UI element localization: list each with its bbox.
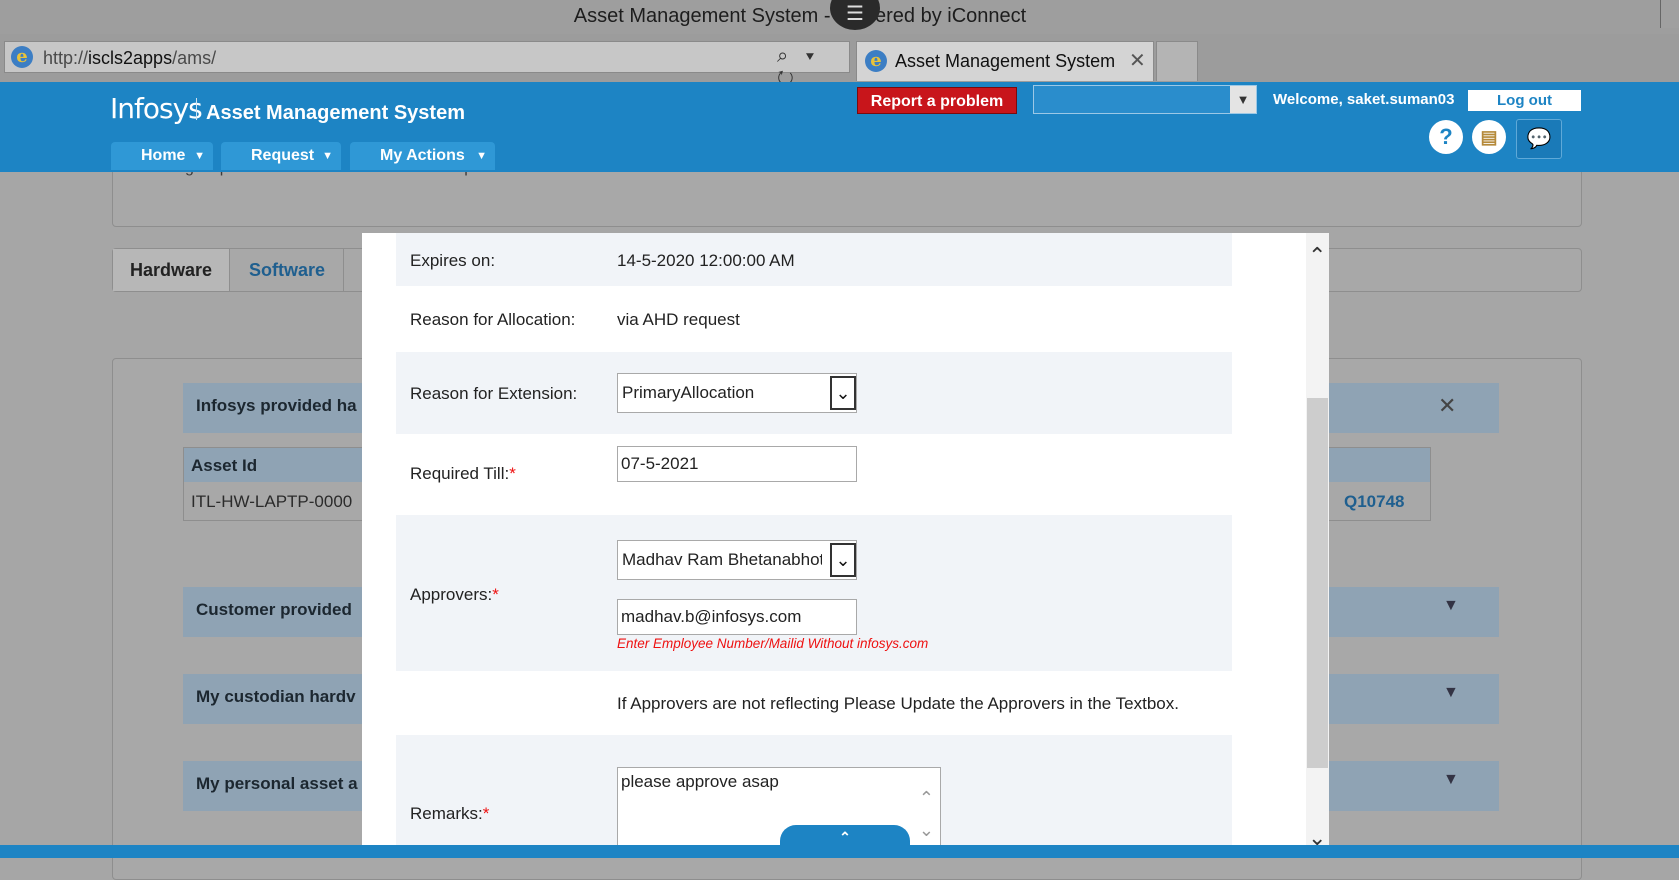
tab-title: Asset Management System xyxy=(895,51,1116,71)
scroll-down-icon[interactable]: ⌄ xyxy=(919,820,934,841)
chevron-down-icon[interactable]: ▼ xyxy=(1443,684,1459,702)
window-title-bar: Asset Management System - Powered by iCo… xyxy=(0,0,1679,34)
chevron-down-icon[interactable]: ▼ xyxy=(1443,597,1459,615)
folder-icon[interactable]: ▤ xyxy=(1472,120,1506,154)
nav-home[interactable]: Home ▼ xyxy=(111,142,213,170)
reason-extension-select[interactable]: PrimaryAllocation ⌄ xyxy=(617,373,857,413)
row-required-till: Required Till:* xyxy=(396,434,1232,515)
new-tab-button[interactable] xyxy=(1156,41,1198,81)
app-title: Asset Management System xyxy=(206,102,465,124)
nav-my-actions-label: My Actions xyxy=(380,147,465,164)
nav-request[interactable]: Request ▼ xyxy=(221,142,341,170)
close-icon[interactable]: ✕ xyxy=(1438,393,1456,419)
extension-dialog: Expires on: 14-5-2020 12:00:00 AM Reason… xyxy=(362,233,1329,858)
nav-my-actions[interactable]: My Actions ▼ xyxy=(350,142,495,170)
internet-explorer-icon: e xyxy=(11,46,33,68)
panel-title: My personal asset a xyxy=(196,774,358,793)
address-bar[interactable]: e http://iscls2apps/ams/ ⌕ ▾ ↻ xyxy=(4,41,850,90)
required-till-label: Required Till:* xyxy=(410,464,516,483)
approver-email-input[interactable] xyxy=(617,599,857,635)
row-approver-note: If Approvers are not reflecting Please U… xyxy=(396,671,1232,735)
caret-down-icon: ▼ xyxy=(194,150,205,162)
row-reason-extension: Reason for Extension: PrimaryAllocation … xyxy=(396,352,1232,434)
logout-button[interactable]: Log out xyxy=(1468,90,1581,111)
url-text: http://iscls2apps/ams/ xyxy=(43,48,217,68)
table-cell-link[interactable]: Q10748 xyxy=(1344,492,1405,512)
chevron-down-icon[interactable]: ⌄ xyxy=(830,543,856,577)
row-expires: Expires on: 14-5-2020 12:00:00 AM xyxy=(396,233,1232,286)
chat-icon[interactable]: 💬 xyxy=(1516,119,1562,159)
app-header: Infosys Asset Management System Home ▼ Re… xyxy=(0,82,1679,172)
internet-explorer-icon: e xyxy=(865,50,887,72)
scroll-up-icon[interactable]: ⌃ xyxy=(919,788,934,809)
panel-title: My custodian hardv xyxy=(196,687,356,706)
table-cell-asset-id: ITL-HW-LAPTP-0000 xyxy=(191,492,353,511)
scroll-up-icon[interactable]: ⌃ xyxy=(1308,243,1326,269)
remarks-value: please approve asap xyxy=(621,772,779,791)
reason-allocation-value: via AHD request xyxy=(617,310,740,329)
chevron-down-icon[interactable]: ▼ xyxy=(1443,771,1459,789)
report-problem-button[interactable]: Report a problem xyxy=(857,87,1017,114)
reason-extension-label: Reason for Extension: xyxy=(410,384,578,403)
approver-hint: Enter Employee Number/Mailid Without inf… xyxy=(617,636,929,651)
window-title: Asset Management System - Powered by iCo… xyxy=(573,5,1027,27)
approver-note: If Approvers are not reflecting Please U… xyxy=(617,694,1179,713)
nav-home-label: Home xyxy=(141,147,186,164)
chevron-down-icon[interactable]: ▼ xyxy=(1230,86,1256,113)
scrollbar-thumb[interactable] xyxy=(1307,398,1328,768)
browser-toolbar: e http://iscls2apps/ams/ ⌕ ▾ ↻ e Asset M… xyxy=(0,34,1679,90)
tab-software[interactable]: Software xyxy=(231,249,344,291)
chevron-down-icon[interactable]: ⌄ xyxy=(830,376,856,410)
approver-select[interactable]: Madhav Ram Bhetanabhotla ⌄ xyxy=(617,540,857,580)
panel-title: Infosys provided ha xyxy=(196,396,357,415)
expand-up-icon[interactable]: ⌃ xyxy=(780,825,910,849)
tab-hardware[interactable]: Hardware xyxy=(113,249,230,291)
dialog-scrollbar[interactable]: ⌃ ⌄ xyxy=(1306,233,1329,858)
close-tab-icon[interactable]: ✕ xyxy=(1129,48,1146,73)
caret-down-icon: ▼ xyxy=(322,150,333,162)
welcome-text: Welcome, saket.suman03 xyxy=(1273,91,1455,108)
expires-value: 14-5-2020 12:00:00 AM xyxy=(617,251,795,270)
reason-extension-value: PrimaryAllocation xyxy=(622,383,755,402)
approvers-label: Approvers:* xyxy=(410,585,499,604)
required-till-input[interactable] xyxy=(617,446,857,482)
browser-tab[interactable]: e Asset Management System ✕ xyxy=(856,41,1154,81)
column-header-asset-id: Asset Id xyxy=(191,456,258,475)
approver-select-value: Madhav Ram Bhetanabhotla xyxy=(622,550,822,569)
remarks-label: Remarks:* xyxy=(410,804,490,823)
help-icon[interactable]: ? xyxy=(1429,120,1463,154)
window-corner xyxy=(1660,0,1679,28)
expires-label: Expires on: xyxy=(410,251,496,270)
row-approvers: Approvers:* Madhav Ram Bhetanabhotla ⌄ E… xyxy=(396,515,1232,671)
header-dropdown[interactable]: ▼ xyxy=(1033,85,1257,114)
row-reason-allocation: Reason for Allocation: via AHD request xyxy=(396,286,1232,352)
panel-title: Customer provided xyxy=(196,600,352,619)
logo-divider xyxy=(196,98,197,120)
infosys-logo: Infosys xyxy=(110,92,203,125)
caret-down-icon: ▼ xyxy=(476,150,487,162)
nav-request-label: Request xyxy=(251,147,315,164)
reason-allocation-label: Reason for Allocation: xyxy=(410,310,576,329)
